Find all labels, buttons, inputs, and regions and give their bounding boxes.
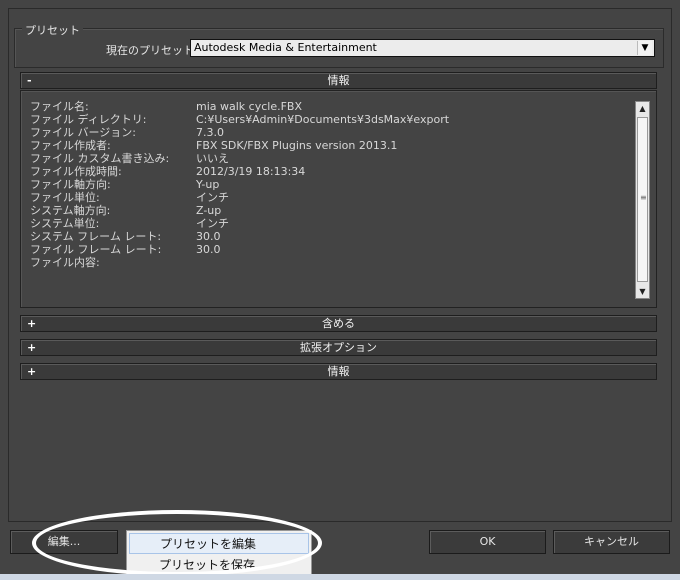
info-value: C:¥Users¥Admin¥Documents¥3dsMax¥export bbox=[196, 113, 450, 126]
info-value: mia walk cycle.FBX bbox=[196, 100, 303, 113]
scroll-thumb[interactable]: ≡ bbox=[637, 117, 648, 282]
info-value: 2012/3/19 18:13:34 bbox=[196, 165, 306, 178]
info-value: Z-up bbox=[196, 204, 222, 217]
info-value: 30.0 bbox=[196, 230, 221, 243]
info-value: いいえ bbox=[196, 152, 229, 165]
menu-item-edit-preset[interactable]: プリセットを編集 bbox=[129, 533, 309, 554]
rollout-header-info[interactable]: - 情報 bbox=[20, 72, 657, 89]
menu-item-save-preset[interactable]: プリセットを保存 bbox=[129, 555, 309, 576]
grip-icon: ≡ bbox=[640, 193, 647, 202]
info-value: 30.0 bbox=[196, 243, 221, 256]
rollout-title: 情報 bbox=[327, 74, 350, 87]
current-preset-label: 現在のプリセット: bbox=[106, 44, 198, 57]
info-value: 7.3.0 bbox=[196, 126, 224, 139]
info-value: インチ bbox=[196, 191, 229, 204]
scroll-down-arrow-icon[interactable]: ▼ bbox=[636, 285, 649, 298]
info-key: ファイル ディレクトリ: bbox=[30, 113, 147, 126]
preset-context-menu: プリセットを編集 プリセットを保存 bbox=[126, 530, 312, 580]
info-key: システム軸方向: bbox=[30, 204, 111, 217]
rollout-title: 含める bbox=[322, 317, 355, 330]
info-key: ファイル内容: bbox=[30, 256, 100, 269]
cancel-button[interactable]: キャンセル bbox=[553, 530, 670, 554]
info-value: インチ bbox=[196, 217, 229, 230]
bottom-strip bbox=[0, 574, 680, 580]
info-value: Y-up bbox=[196, 178, 220, 191]
rollout-title: 情報 bbox=[327, 365, 350, 378]
info-key: ファイル単位: bbox=[30, 191, 100, 204]
edit-button[interactable]: 編集... bbox=[10, 530, 118, 554]
info-key: ファイル フレーム レート: bbox=[30, 243, 162, 256]
info-key: ファイル名: bbox=[30, 100, 89, 113]
info-key: ファイル作成者: bbox=[30, 139, 111, 152]
info-value: FBX SDK/FBX Plugins version 2013.1 bbox=[196, 139, 398, 152]
preset-group-title: プリセット bbox=[22, 22, 83, 38]
info-key: ファイル バージョン: bbox=[30, 126, 136, 139]
current-preset-value: Autodesk Media & Entertainment bbox=[194, 41, 377, 54]
rollout-title: 拡張オプション bbox=[300, 341, 377, 354]
chevron-down-icon[interactable]: ▼ bbox=[637, 41, 652, 55]
current-preset-dropdown[interactable]: Autodesk Media & Entertainment ▼ bbox=[190, 39, 655, 57]
rollout-header-advanced-options[interactable]: + 拡張オプション bbox=[20, 339, 657, 356]
info-key: システム単位: bbox=[30, 217, 100, 230]
rollout-header-info-2[interactable]: + 情報 bbox=[20, 363, 657, 380]
ok-button[interactable]: OK bbox=[429, 530, 546, 554]
scroll-up-arrow-icon[interactable]: ▲ bbox=[636, 102, 649, 115]
info-key: ファイル作成時間: bbox=[30, 165, 122, 178]
info-key: ファイル軸方向: bbox=[30, 178, 111, 191]
info-key: ファイル カスタム書き込み: bbox=[30, 152, 170, 165]
info-key: システム フレーム レート: bbox=[30, 230, 162, 243]
info-scrollbar[interactable]: ▲ ≡ ▼ bbox=[635, 101, 650, 299]
rollout-header-include[interactable]: + 含める bbox=[20, 315, 657, 332]
